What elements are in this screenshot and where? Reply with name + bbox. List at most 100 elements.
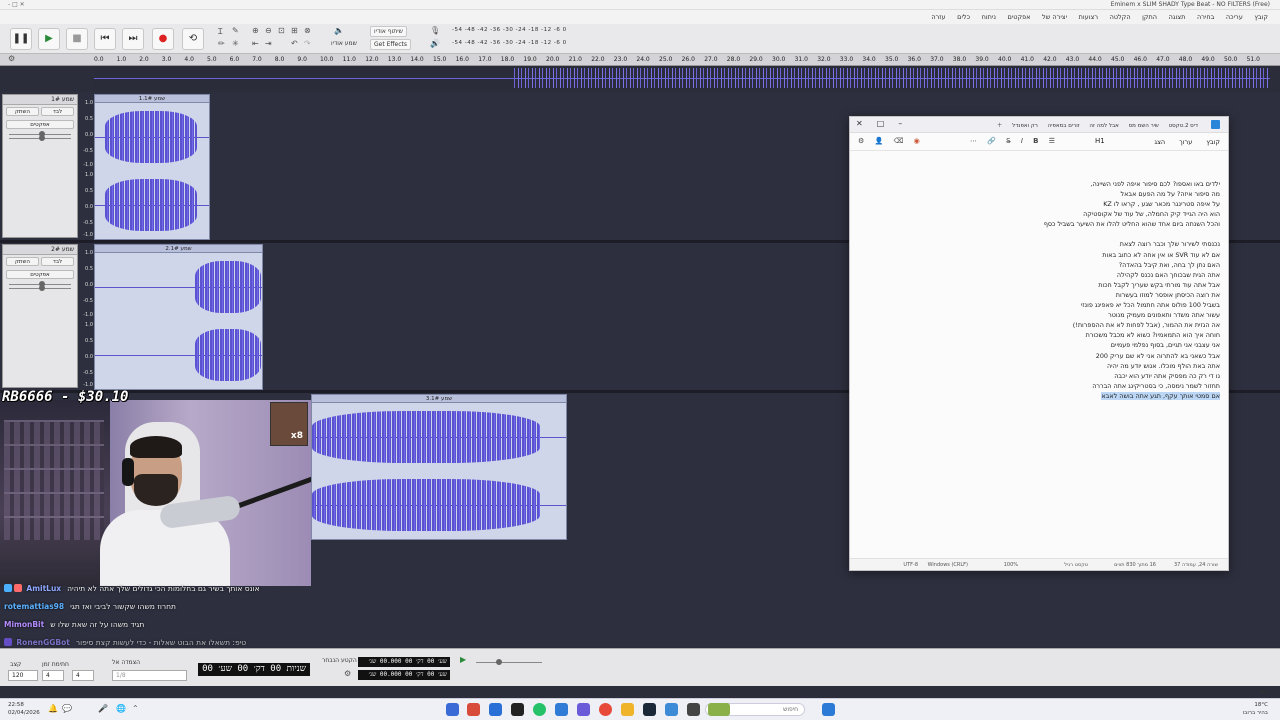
start-menu-icon[interactable] <box>822 703 835 716</box>
track-2-mute-button[interactable]: השתק <box>6 257 39 266</box>
bold-icon[interactable]: B <box>1033 137 1038 145</box>
network-icon[interactable]: 🌐 <box>116 704 126 713</box>
track-2-effects-button[interactable]: אפקטים <box>6 270 74 279</box>
ruler-settings-icon[interactable]: ⚙ <box>8 54 15 63</box>
more-icon[interactable]: ⋯ <box>970 137 977 145</box>
menu-help[interactable]: עזרה <box>931 10 945 24</box>
track-2-solo-button[interactable]: לבד <box>41 257 74 266</box>
zoom-selection-icon[interactable]: ⊡ <box>278 26 285 35</box>
notepad-menu-edit[interactable]: ערוך <box>1179 138 1192 146</box>
menu-tracks[interactable]: רצועות <box>1079 10 1098 24</box>
play-button[interactable]: ▶ <box>38 28 60 50</box>
track-1-name[interactable]: שמע 1# <box>3 95 77 105</box>
copilot-icon[interactable]: ◉ <box>914 137 920 145</box>
selection-settings-icon[interactable]: ⚙ <box>344 669 351 678</box>
track-1-solo-button[interactable]: לבד <box>41 107 74 116</box>
timeline-ruler[interactable]: ⚙ 0.0 1.0 2.0 3.0 4.0 5.0 6.0 7.0 8.0 9.0 10.0 11.0… <box>0 54 1280 66</box>
app-icon-terminal[interactable] <box>511 703 524 716</box>
taskbar-clock[interactable]: 22:58 02/04/2026 <box>8 701 40 717</box>
audio-clip-3[interactable]: שמע 3.1# <box>311 394 567 540</box>
notepad-menu-file[interactable]: קובץ <box>1206 138 1220 146</box>
taskbar-weather[interactable]: 18°C בהיר ברובו <box>1243 701 1268 717</box>
time-signature-numerator[interactable]: 4 <box>42 670 64 681</box>
menu-generate[interactable]: יצירה של <box>1042 10 1067 24</box>
app-icon-notepad[interactable] <box>446 703 459 716</box>
notepad-menu-view[interactable]: הצג <box>1154 138 1165 146</box>
track-2-name[interactable]: שמע 2# <box>3 245 77 255</box>
recording-meter[interactable]: -54 -48 -42 -36 -30 -24 -18 -12 -6 0 <box>452 27 567 33</box>
snap-to-select[interactable]: 1/8 <box>112 670 187 681</box>
notepad-tab[interactable]: רק ואפנדל <box>1012 123 1038 129</box>
menu-file[interactable]: קובץ <box>1254 10 1268 24</box>
playback-speed-slider[interactable] <box>476 659 542 665</box>
menu-effects[interactable]: אפקטים <box>1007 10 1030 24</box>
clip-1-title[interactable]: שמע 1.1# <box>95 95 209 103</box>
notepad-tab[interactable]: שיר השמ מס <box>1129 123 1159 129</box>
app-icon-steam[interactable] <box>643 703 656 716</box>
notification-icon[interactable]: 🔔 <box>48 704 58 713</box>
audio-position-display[interactable]: שניות 00 דק׳ 00 שע׳ 00 <box>198 663 310 676</box>
settings-icon[interactable]: ⚙ <box>858 137 864 145</box>
playback-meter[interactable]: -54 -48 -42 -36 -30 -24 -18 -12 -6 0 <box>452 40 567 46</box>
new-tab-icon[interactable]: ＋ <box>997 123 1003 129</box>
selection-tool-icon[interactable]: Ɪ <box>218 26 222 37</box>
track-1-mute-button[interactable]: השתק <box>6 107 39 116</box>
skip-to-end-button[interactable]: ⏭ <box>122 28 144 50</box>
zoom-fit-icon[interactable]: ⊞ <box>291 26 298 35</box>
strikethrough-icon[interactable]: S̶ <box>1006 137 1010 145</box>
speaker-icon[interactable]: 🔈 <box>334 26 344 35</box>
menu-edit[interactable]: עריכה <box>1226 10 1243 24</box>
account-icon[interactable]: 👤 <box>875 137 884 145</box>
audio-clip-1[interactable]: שמע 1.1# <box>94 94 210 240</box>
record-button[interactable]: ● <box>152 28 174 50</box>
clip-2-title[interactable]: שמע 2.1# <box>95 245 262 253</box>
track-1-pan-slider[interactable] <box>9 135 71 141</box>
zoom-in-icon[interactable]: ⊕ <box>252 26 259 35</box>
notepad-tab[interactable]: זורים במאפיה <box>1048 123 1080 129</box>
app-icon-folder[interactable] <box>621 703 634 716</box>
window-controls[interactable]: - □ ✕ <box>8 1 25 8</box>
menu-transport[interactable]: התקן <box>1142 10 1157 24</box>
app-icon-task-manager[interactable] <box>687 703 700 716</box>
loop-button[interactable]: ⟲ <box>182 28 204 50</box>
app-icon-chrome[interactable] <box>599 703 612 716</box>
multi-tool-icon[interactable]: ✳ <box>232 39 239 48</box>
clip-3-title[interactable]: שמע 3.1# <box>312 395 566 403</box>
zoom-out-icon[interactable]: ⊖ <box>265 26 272 35</box>
skip-to-start-button[interactable]: ⏮ <box>94 28 116 50</box>
tray-expand-icon[interactable]: ⌃ <box>132 704 139 713</box>
menu-record[interactable]: הקלטה <box>1110 10 1131 24</box>
notepad-window-controls[interactable]: ✕□– <box>856 119 916 128</box>
menu-analyze[interactable]: ניתוח <box>982 10 996 24</box>
timeline-overview[interactable] <box>94 66 1270 90</box>
tempo-input[interactable]: 120 <box>8 670 38 681</box>
envelope-tool-icon[interactable]: ✎ <box>232 26 239 35</box>
share-audio-button[interactable]: שיתוף אודיו <box>370 26 407 37</box>
zoom-toggle-icon[interactable]: ⊗ <box>304 26 311 35</box>
audio-clip-2[interactable]: שמע 2.1# <box>94 244 263 390</box>
clear-formatting-icon[interactable]: ⌫ <box>893 137 903 145</box>
menu-view[interactable]: תצוגה <box>1169 10 1186 24</box>
app-icon-edge[interactable] <box>555 703 568 716</box>
notepad-window[interactable]: ✕□– דיס 2.טקסט שיר השמ מס אבל למה זה זור… <box>849 116 1229 571</box>
play-at-speed-icon[interactable]: ▶ <box>460 655 466 664</box>
app-icon-whatsapp[interactable] <box>533 703 546 716</box>
menu-select[interactable]: בחירה <box>1197 10 1214 24</box>
selection-end-display[interactable]: שע׳ 00 דק׳ 00 00.000 שנ׳ <box>358 670 450 680</box>
app-icon-audacity[interactable] <box>467 703 480 716</box>
italic-icon[interactable]: I <box>1021 137 1023 145</box>
time-signature-denominator[interactable]: 4 <box>72 670 94 681</box>
stop-button[interactable]: ■ <box>66 28 88 50</box>
app-icon-explorer[interactable] <box>489 703 502 716</box>
audio-setup-button[interactable]: שמע אודיו <box>328 39 360 50</box>
get-effects-button[interactable]: Get Effects <box>370 39 411 50</box>
notepad-tab[interactable]: דיס 2.טקסט <box>1169 123 1198 129</box>
menu-tools[interactable]: כלים <box>957 10 970 24</box>
notepad-tab[interactable]: אבל למה זה <box>1089 123 1118 129</box>
pause-button[interactable]: ❚❚ <box>10 28 32 50</box>
link-icon[interactable]: 🔗 <box>987 137 996 145</box>
silence-icon[interactable]: ⇥ <box>265 39 272 48</box>
redo-icon[interactable]: ↷ <box>304 39 311 48</box>
list-icon[interactable]: ☰ <box>1049 137 1055 145</box>
undo-icon[interactable]: ↶ <box>291 39 298 48</box>
